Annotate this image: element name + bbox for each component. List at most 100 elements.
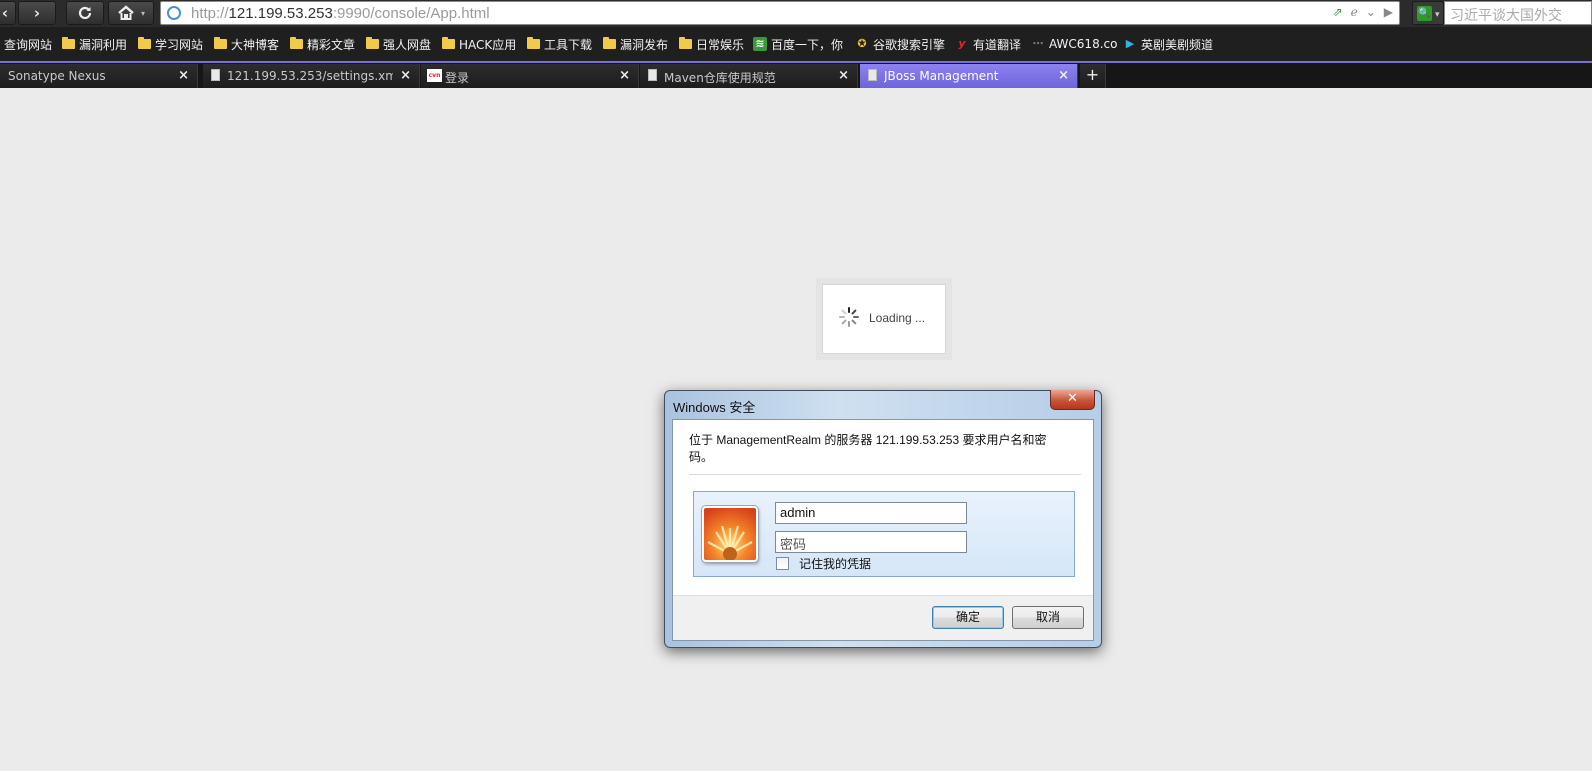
bookmark-label: 学习网站 [155,37,204,52]
tab-label: 121.199.53.253/settings.xml [227,69,393,83]
folder-icon [62,37,75,49]
url-host: 121.199.53.253 [228,5,333,22]
loading-panel: Loading ... [822,284,946,354]
folder-icon [527,37,540,49]
windows-security-dialog: Windows 安全 ✕ 位于 ManagementRealm 的服务器 121… [664,390,1102,648]
document-icon [868,69,877,81]
bookmark-item[interactable]: ⋯ AWC618.co [1031,27,1118,61]
search-engine-icon: 🔍 [1417,6,1432,21]
bookmark-label: 百度一下，你 [771,37,844,52]
tab-sonatype-nexus[interactable]: Sonatype Nexus × [0,64,198,88]
google-icon: ✪ [857,37,867,50]
dialog-title: Windows 安全 [673,400,756,415]
address-bar[interactable]: http://121.199.53.253:9990/console/App.h… [160,1,1400,25]
bookmark-folder[interactable]: 强人网盘 [366,27,431,61]
bookmark-label: 有道翻译 [973,37,1022,52]
remember-credentials[interactable]: 记住我的凭据 [776,555,871,572]
play-icon: ▶ [1125,37,1135,50]
tab-label: 登录 [445,71,470,85]
bookmark-item[interactable]: ▶ 英剧美剧频道 [1123,27,1213,61]
folder-icon [679,37,692,49]
folder-icon [366,37,379,49]
bookmark-label: 谷歌搜索引擎 [873,37,946,52]
bookmark-folder[interactable]: 大神博客 [214,27,279,61]
search-input[interactable]: 习近平谈大国外交 [1444,1,1592,25]
document-icon [648,69,657,81]
remember-checkbox[interactable] [776,557,789,570]
home-dropdown-icon[interactable]: ▾ [141,9,145,18]
youdao-icon: y [958,37,966,50]
bookmark-folder[interactable]: 漏洞利用 [62,27,127,61]
bookmark-item[interactable]: y 有道翻译 [955,27,1021,61]
bookmark-label: 工具下载 [544,37,593,52]
go-icon[interactable]: ▶ [1384,5,1393,19]
tab-maven[interactable]: Maven仓库使用规范 × [640,64,858,88]
dialog-footer: 确定 取消 [673,595,1093,640]
search-engine-caret-icon: ▾ [1435,10,1440,20]
reload-button[interactable] [66,1,104,25]
folder-icon [214,37,227,49]
site-info-icon[interactable] [167,6,181,20]
bookmark-label: AWC618.co [1049,37,1118,51]
ie-mode-icon[interactable]: ℯ [1351,5,1358,19]
url-rest: :9990/console/App.html [332,5,490,22]
spinner-icon [839,307,859,327]
back-button[interactable]: ‹ [0,1,16,25]
browser-toolbar: ‹ › ▾ http://121.199.53.253:9990/console… [0,0,1592,27]
tab-jboss-management[interactable]: JBoss Management × [860,64,1078,88]
tab-label: JBoss Management [884,69,999,83]
bookmark-folder[interactable]: 日常娱乐 [679,27,744,61]
close-tab-icon[interactable]: × [178,68,189,83]
bookmark-label: 日常娱乐 [696,37,745,52]
bookmark-folder[interactable]: 漏洞发布 [603,27,668,61]
share-icon[interactable]: ⇗ [1333,5,1343,19]
document-icon [211,69,220,81]
close-tab-icon[interactable]: × [400,68,411,83]
bookmark-label: 英剧美剧频道 [1141,37,1214,52]
username-field[interactable]: admin [775,502,967,524]
divider [689,474,1081,475]
forward-button[interactable]: › [18,1,56,25]
ok-button[interactable]: 确定 [932,606,1004,629]
bookmark-folder[interactable]: 精彩文章 [290,27,355,61]
bookmark-label: 漏洞利用 [79,37,128,52]
bookmark-label: 精彩文章 [307,37,356,52]
bookmark-label: 强人网盘 [383,37,432,52]
address-actions: ⇗ ℯ ⌄ ▶ [1333,5,1393,19]
bookmark-item[interactable]: ✪ 谷歌搜索引擎 [855,27,945,61]
folder-icon [138,37,151,49]
dialog-body: 位于 ManagementRealm 的服务器 121.199.53.253 要… [672,419,1094,641]
bookmark-label: HACK应用 [459,37,517,52]
bookmark-label: 查询网站 [4,37,53,52]
bookmark-item[interactable]: 查询网站 [4,27,52,61]
site-favicon-icon: cvn [427,69,442,82]
close-dialog-button[interactable]: ✕ [1050,390,1095,410]
tab-settings-xml[interactable]: 121.199.53.253/settings.xml × [203,64,420,88]
url-scheme: http:// [191,5,229,22]
close-tab-icon[interactable]: × [1058,68,1069,83]
auth-message: 位于 ManagementRealm 的服务器 121.199.53.253 要… [689,433,1047,464]
bookmark-folder[interactable]: 工具下载 [527,27,592,61]
bookmark-folder[interactable]: 学习网站 [138,27,203,61]
new-tab-button[interactable]: + [1080,64,1106,88]
cancel-button[interactable]: 取消 [1012,606,1084,629]
folder-icon [442,37,455,49]
bookmark-item[interactable]: ≋ 百度一下，你 [753,27,843,61]
tab-label: Sonatype Nexus [8,69,106,83]
bookmark-folder[interactable]: HACK应用 [442,27,516,61]
close-tab-icon[interactable]: × [838,68,849,83]
bookmark-label: 大神博客 [231,37,280,52]
bookmark-label: 漏洞发布 [620,37,669,52]
dropdown-icon[interactable]: ⌄ [1366,5,1376,19]
password-field[interactable]: 密码 [775,531,967,553]
folder-icon [290,37,303,49]
tab-login[interactable]: cvn 登录 × [421,64,639,88]
close-tab-icon[interactable]: × [619,68,630,83]
home-button[interactable]: ▾ [108,1,154,25]
link-icon: ⋯ [1032,37,1044,50]
credential-tile: admin 密码 记住我的凭据 [693,491,1075,577]
address-url[interactable]: http://121.199.53.253:9990/console/App.h… [191,5,490,22]
folder-icon [603,37,616,49]
search-engine-button[interactable]: 🔍 ▾ [1412,1,1444,25]
tab-bar: Sonatype Nexus × 121.199.53.253/settings… [0,61,1592,88]
